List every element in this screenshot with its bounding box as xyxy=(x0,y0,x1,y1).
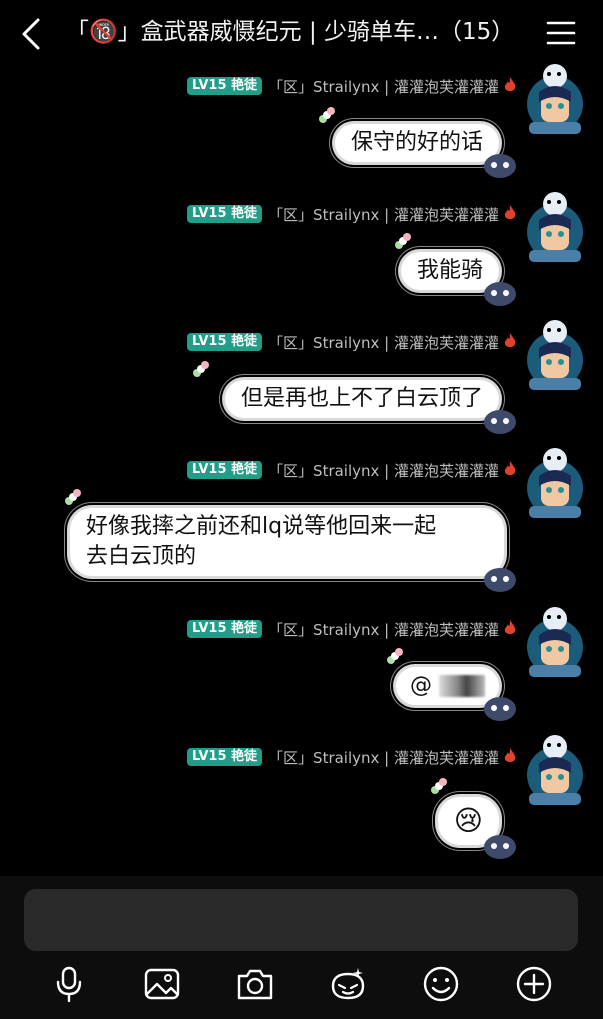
sender-name[interactable]: 「区」Strailynx | 灌灌泡芙灌灌灌 xyxy=(268,460,499,481)
sticker-icon[interactable] xyxy=(328,964,368,1004)
message-item: LV15 艳徒 「区」Strailynx | 灌灌泡芙灌灌灌 @ xyxy=(0,607,603,729)
message-item: LV15 艳徒 「区」Strailynx | 灌灌泡芙灌灌灌 我能骑 xyxy=(0,192,603,314)
input-area xyxy=(0,876,603,1019)
level-badge: LV15 艳徒 xyxy=(186,620,263,638)
avatar[interactable] xyxy=(519,318,589,398)
sender-name[interactable]: 「区」Strailynx | 灌灌泡芙灌灌灌 xyxy=(268,76,499,97)
chevron-left-icon[interactable] xyxy=(18,16,48,52)
emoji-icon[interactable] xyxy=(421,964,461,1004)
dango-sticker-icon xyxy=(65,489,81,505)
ghost-sticker-icon xyxy=(484,410,516,434)
message-item: LV15 艳徒 「区」Strailynx | 灌灌泡芙灌灌灌 😢 xyxy=(0,735,603,867)
avatar[interactable] xyxy=(519,446,589,526)
image-icon[interactable] xyxy=(142,964,182,1004)
sender-line: LV15 艳徒 「区」Strailynx | 灌灌泡芙灌灌灌 xyxy=(186,332,499,353)
plus-icon[interactable] xyxy=(514,964,554,1004)
sender-line: LV15 艳徒 「区」Strailynx | 灌灌泡芙灌灌灌 xyxy=(186,76,499,97)
dango-sticker-icon xyxy=(395,233,411,249)
flame-icon xyxy=(504,333,516,347)
level-badge: LV15 艳徒 xyxy=(186,461,263,479)
avatar[interactable] xyxy=(519,733,589,813)
chat-title[interactable]: 「🔞」盒武器威慑纪元 | 少骑单车…（15） xyxy=(66,14,538,50)
message-bubble[interactable]: 但是再也上不了白云顶了 xyxy=(224,380,499,418)
crying-emoji: 😢 xyxy=(453,804,483,837)
sender-name[interactable]: 「区」Strailynx | 灌灌泡芙灌灌灌 xyxy=(268,204,499,225)
level-badge: LV15 艳徒 xyxy=(186,333,263,351)
message-bubble[interactable]: 保守的好的话 xyxy=(334,124,499,162)
sender-line: LV15 艳徒 「区」Strailynx | 灌灌泡芙灌灌灌 xyxy=(186,747,499,768)
sender-name[interactable]: 「区」Strailynx | 灌灌泡芙灌灌灌 xyxy=(268,747,499,768)
avatar[interactable] xyxy=(519,190,589,270)
ghost-sticker-icon xyxy=(484,154,516,178)
sender-line: LV15 艳徒 「区」Strailynx | 灌灌泡芙灌灌灌 xyxy=(186,204,499,225)
sender-line: LV15 艳徒 「区」Strailynx | 灌灌泡芙灌灌灌 xyxy=(186,460,499,481)
chat-header: 「🔞」盒武器威慑纪元 | 少骑单车…（15） xyxy=(0,0,603,66)
redacted-mention xyxy=(439,675,485,697)
sender-name[interactable]: 「区」Strailynx | 灌灌泡芙灌灌灌 xyxy=(268,332,499,353)
ghost-sticker-icon xyxy=(484,282,516,306)
ghost-sticker-icon xyxy=(484,568,516,592)
hamburger-menu-icon[interactable] xyxy=(546,20,576,46)
message-item: LV15 艳徒 「区」Strailynx | 灌灌泡芙灌灌灌 但是再也上不了白云… xyxy=(0,320,603,442)
avatar[interactable] xyxy=(519,605,589,685)
dango-sticker-icon xyxy=(387,648,403,664)
message-input[interactable] xyxy=(24,889,578,951)
dango-sticker-icon xyxy=(193,361,209,377)
flame-icon xyxy=(504,620,516,634)
sender-name[interactable]: 「区」Strailynx | 灌灌泡芙灌灌灌 xyxy=(268,619,499,640)
level-badge: LV15 艳徒 xyxy=(186,205,263,223)
ghost-sticker-icon xyxy=(484,835,516,859)
mention-text: @ xyxy=(410,673,432,698)
dango-sticker-icon xyxy=(431,778,447,794)
flame-icon xyxy=(504,205,516,219)
dango-sticker-icon xyxy=(319,107,335,123)
message-item: LV15 艳徒 「区」Strailynx | 灌灌泡芙灌灌灌 保守的好的话 xyxy=(0,64,603,186)
message-item: LV15 艳徒 「区」Strailynx | 灌灌泡芙灌灌灌 好像我摔之前还和l… xyxy=(0,448,603,600)
microphone-icon[interactable] xyxy=(49,964,89,1004)
flame-icon xyxy=(504,461,516,475)
level-badge: LV15 艳徒 xyxy=(186,748,263,766)
message-bubble[interactable]: 好像我摔之前还和lq说等他回来一起 去白云顶的 xyxy=(70,508,504,576)
level-badge: LV15 艳徒 xyxy=(186,77,263,95)
camera-icon[interactable] xyxy=(235,964,275,1004)
avatar[interactable] xyxy=(519,62,589,142)
sender-line: LV15 艳徒 「区」Strailynx | 灌灌泡芙灌灌灌 xyxy=(186,619,499,640)
flame-icon xyxy=(504,748,516,762)
ghost-sticker-icon xyxy=(484,697,516,721)
flame-icon xyxy=(504,77,516,91)
